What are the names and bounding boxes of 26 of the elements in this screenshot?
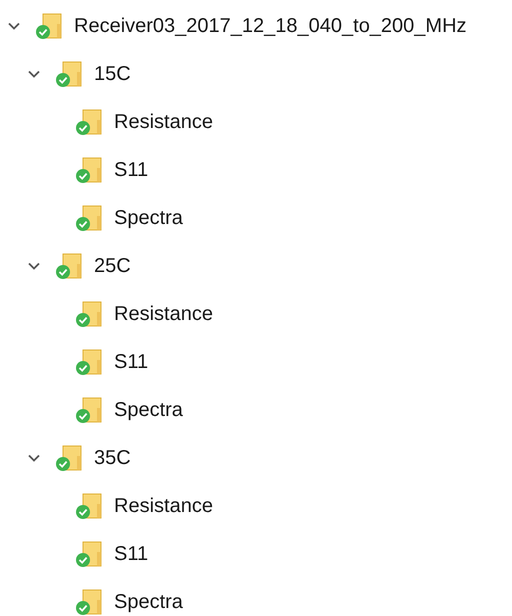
synced-folder-icon bbox=[54, 59, 84, 89]
folder-name[interactable]: 25C bbox=[94, 254, 131, 278]
synced-folder-icon bbox=[54, 443, 84, 473]
synced-folder-icon bbox=[74, 347, 104, 377]
synced-folder-icon bbox=[54, 251, 84, 281]
synced-folder-icon bbox=[34, 11, 64, 41]
folder-name[interactable]: Resistance bbox=[114, 110, 213, 134]
folder-name[interactable]: Spectra bbox=[114, 206, 183, 230]
synced-folder-icon bbox=[74, 155, 104, 185]
folder-name[interactable]: 15C bbox=[94, 62, 131, 86]
folder-name[interactable]: 35C bbox=[94, 446, 131, 470]
synced-folder-icon bbox=[74, 587, 104, 616]
synced-folder-icon bbox=[74, 299, 104, 329]
folder-name[interactable]: Spectra bbox=[114, 590, 183, 614]
synced-folder-icon bbox=[74, 107, 104, 137]
synced-folder-icon bbox=[74, 395, 104, 425]
synced-folder-icon bbox=[74, 491, 104, 521]
folder-name[interactable]: S11 bbox=[114, 158, 148, 182]
folder-name[interactable]: S11 bbox=[114, 542, 148, 566]
folder-name[interactable]: Resistance bbox=[114, 302, 213, 326]
folder-name[interactable]: Resistance bbox=[114, 494, 213, 518]
folder-name[interactable]: S11 bbox=[114, 350, 148, 374]
synced-folder-icon bbox=[74, 203, 104, 233]
folder-name[interactable]: Receiver03_2017_12_18_040_to_200_MHz bbox=[74, 14, 467, 38]
synced-folder-icon bbox=[74, 539, 104, 569]
folder-name[interactable]: Spectra bbox=[114, 398, 183, 422]
